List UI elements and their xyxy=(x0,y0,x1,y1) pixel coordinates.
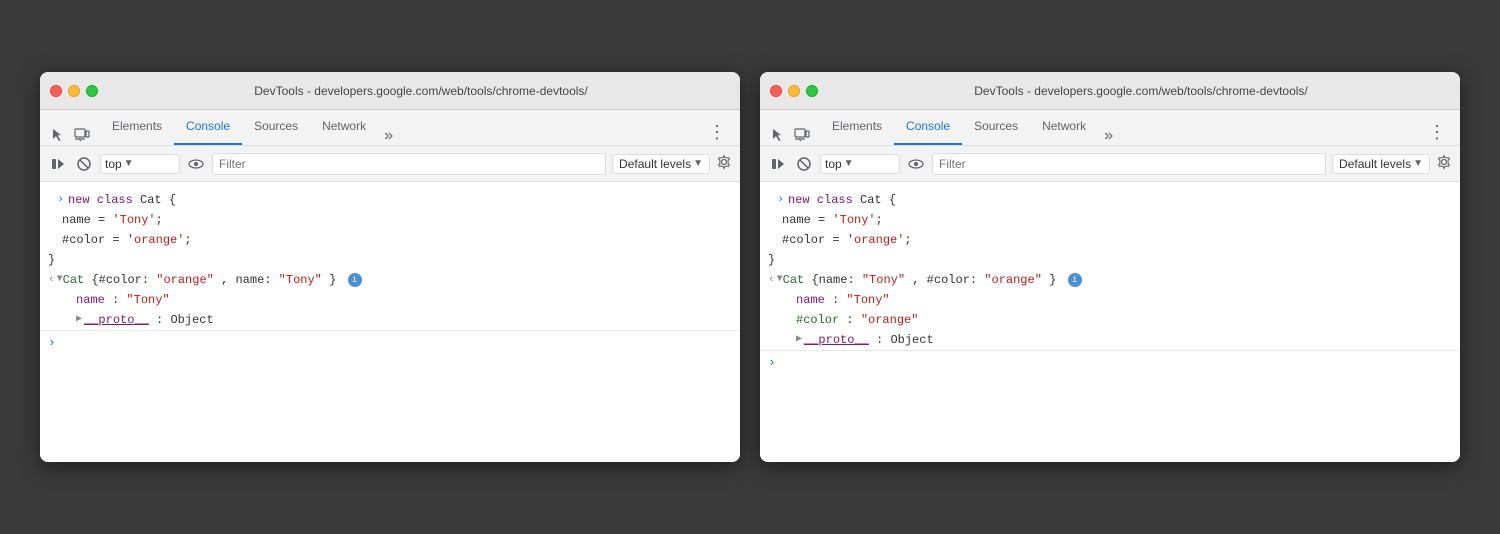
window-title-left: DevTools - developers.google.com/web/too… xyxy=(112,84,730,98)
input-arrow-1-right: › xyxy=(768,191,788,209)
tab-elements-right[interactable]: Elements xyxy=(820,109,894,145)
eye-icon-right[interactable] xyxy=(906,154,926,174)
tab-console-right[interactable]: Console xyxy=(894,109,962,145)
minimize-button-left[interactable] xyxy=(68,85,80,97)
title-bar-left: DevTools - developers.google.com/web/too… xyxy=(40,72,740,110)
console-line-7-left[interactable]: ▶ __proto__ : Object xyxy=(68,310,740,330)
tab-bar-tools-right xyxy=(768,125,812,145)
block-icon-left[interactable] xyxy=(74,154,94,174)
levels-chevron-right: ▼ xyxy=(1413,158,1423,169)
play-icon-right[interactable] xyxy=(768,154,788,174)
tab-network-right[interactable]: Network xyxy=(1030,109,1098,145)
filter-input-left[interactable] xyxy=(212,153,606,175)
levels-dropdown-left[interactable]: Default levels ▼ xyxy=(612,154,710,174)
console-line-2-left: name = 'Tony'; xyxy=(54,210,740,230)
tabs-left: Elements Console Sources Network » xyxy=(100,109,702,145)
tab-bar-left: Elements Console Sources Network » ⋮ xyxy=(40,110,740,146)
devtools-window-left: DevTools - developers.google.com/web/too… xyxy=(40,72,740,462)
console-line-1-right: › new class Cat { xyxy=(760,190,1460,210)
context-selector-right[interactable]: top ▼ xyxy=(820,154,900,174)
console-line-1-left: › new class Cat { xyxy=(40,190,740,210)
play-icon-left[interactable] xyxy=(48,154,68,174)
output-arrow-left: ‹ xyxy=(48,271,55,289)
console-line-5-right[interactable]: ‹ ▼ Cat {name: "Tony" , #color: "orange"… xyxy=(760,270,1460,290)
tab-bar-right-right: ⋮ xyxy=(1422,120,1452,145)
toolbar-left: top ▼ Default levels ▼ xyxy=(40,146,740,182)
window-title-right: DevTools - developers.google.com/web/too… xyxy=(832,84,1450,98)
filter-input-right[interactable] xyxy=(932,153,1326,175)
title-bar-right: DevTools - developers.google.com/web/too… xyxy=(760,72,1460,110)
device-icon-right[interactable] xyxy=(792,125,812,145)
traffic-lights-right xyxy=(770,85,818,97)
block-icon-right[interactable] xyxy=(794,154,814,174)
context-chevron-right: ▼ xyxy=(844,158,854,169)
console-line-5-left[interactable]: ‹ ▼ Cat {#color: "orange" , name: "Tony"… xyxy=(40,270,740,290)
console-line-6-right: name : "Tony" xyxy=(788,290,1460,310)
close-button-left[interactable] xyxy=(50,85,62,97)
tab-elements-left[interactable]: Elements xyxy=(100,109,174,145)
settings-icon-right[interactable] xyxy=(1436,154,1452,174)
close-button-right[interactable] xyxy=(770,85,782,97)
keyword-new-left: new class xyxy=(68,193,133,207)
device-icon-left[interactable] xyxy=(72,125,92,145)
proto-expand-left[interactable]: ▶ xyxy=(76,311,82,329)
console-line-4-left: } xyxy=(40,250,740,270)
tab-bar-right-left: ⋮ xyxy=(702,120,732,145)
context-selector-left[interactable]: top ▼ xyxy=(100,154,180,174)
tab-bar-tools-left xyxy=(48,125,92,145)
eye-icon-left[interactable] xyxy=(186,154,206,174)
console-line-8-right[interactable]: ▶ __proto__ : Object xyxy=(788,330,1460,350)
toolbar-right: top ▼ Default levels ▼ xyxy=(760,146,1460,182)
info-icon-left[interactable]: i xyxy=(348,273,362,287)
console-line-4-right: } xyxy=(760,250,1460,270)
cursor-icon-right[interactable] xyxy=(768,125,788,145)
tab-bar-right: Elements Console Sources Network » ⋮ xyxy=(760,110,1460,146)
tab-sources-right[interactable]: Sources xyxy=(962,109,1030,145)
class-name-left: Cat { xyxy=(140,193,176,207)
console-prompt-right[interactable]: › xyxy=(760,350,1460,374)
prompt-arrow-left: › xyxy=(48,335,56,350)
console-area-left: › new class Cat { name = 'Tony'; #color … xyxy=(40,182,740,462)
tab-network-left[interactable]: Network xyxy=(310,109,378,145)
tab-console-left[interactable]: Console xyxy=(174,109,242,145)
tabs-right: Elements Console Sources Network » xyxy=(820,109,1422,145)
maximize-button-left[interactable] xyxy=(86,85,98,97)
devtools-window-right: DevTools - developers.google.com/web/too… xyxy=(760,72,1460,462)
tab-sources-left[interactable]: Sources xyxy=(242,109,310,145)
prompt-arrow-right: › xyxy=(768,355,776,370)
context-selector-value-right: top xyxy=(825,157,842,171)
more-menu-icon-right[interactable]: ⋮ xyxy=(1422,120,1452,145)
console-line-3-left: #color = 'orange'; xyxy=(54,230,740,250)
maximize-button-right[interactable] xyxy=(806,85,818,97)
keyword-new-right: new class xyxy=(788,193,853,207)
cursor-icon-left[interactable] xyxy=(48,125,68,145)
context-chevron-left: ▼ xyxy=(124,158,134,169)
prop-color-left: #color = xyxy=(62,233,127,247)
output-arrow-right: ‹ xyxy=(768,271,775,289)
console-line-6-left: name : "Tony" xyxy=(68,290,740,310)
minimize-button-right[interactable] xyxy=(788,85,800,97)
console-prompt-left[interactable]: › xyxy=(40,330,740,354)
settings-icon-left[interactable] xyxy=(716,154,732,174)
console-area-right: › new class Cat { name = 'Tony'; #color … xyxy=(760,182,1460,462)
class-name-right: Cat { xyxy=(860,193,896,207)
levels-dropdown-right[interactable]: Default levels ▼ xyxy=(1332,154,1430,174)
tab-more-left[interactable]: » xyxy=(378,127,399,145)
console-line-3-right: #color = 'orange'; xyxy=(774,230,1460,250)
tab-more-right[interactable]: » xyxy=(1098,127,1119,145)
input-arrow-1-left: › xyxy=(48,191,68,209)
console-line-7-right: #color : "orange" xyxy=(788,310,1460,330)
prop-name-left: name = xyxy=(62,213,112,227)
traffic-lights-left xyxy=(50,85,98,97)
levels-label-left: Default levels xyxy=(619,157,691,171)
info-icon-right[interactable]: i xyxy=(1068,273,1082,287)
context-selector-value-left: top xyxy=(105,157,122,171)
levels-label-right: Default levels xyxy=(1339,157,1411,171)
levels-chevron-left: ▼ xyxy=(693,158,703,169)
proto-expand-right[interactable]: ▶ xyxy=(796,331,802,349)
console-line-2-right: name = 'Tony'; xyxy=(774,210,1460,230)
more-menu-icon-left[interactable]: ⋮ xyxy=(702,120,732,145)
